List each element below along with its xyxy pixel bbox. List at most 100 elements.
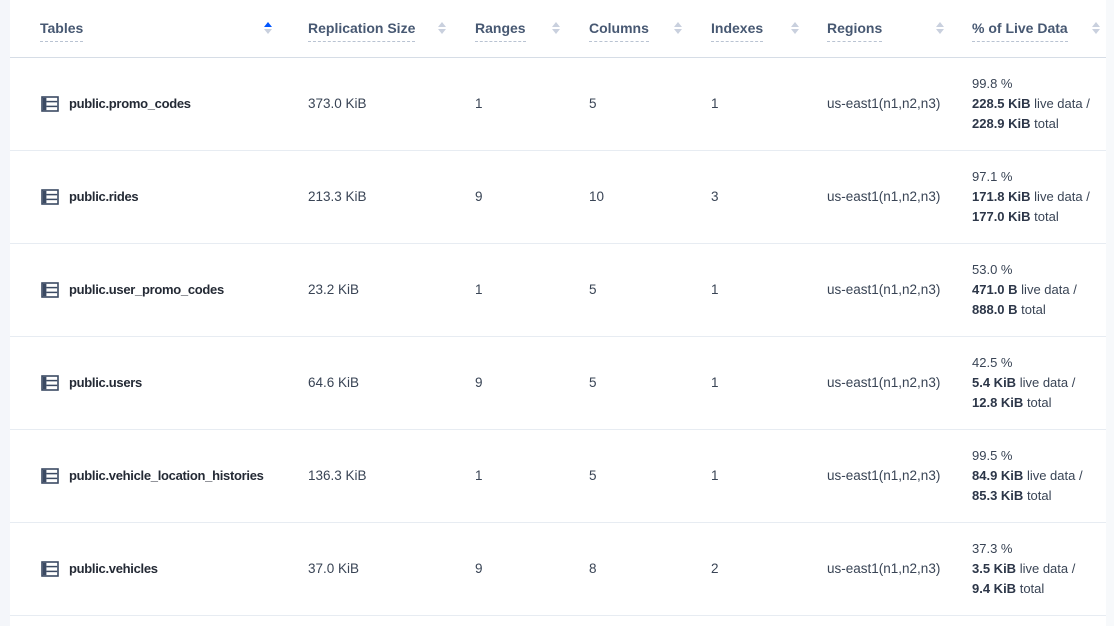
regions-cell: us-east1(n1,n2,n3) xyxy=(815,336,960,429)
column-header-label: Ranges xyxy=(475,20,526,42)
total-size: 177.0 KiB total xyxy=(972,207,1106,227)
column-header-label: Columns xyxy=(589,20,649,42)
ranges-cell: 1 xyxy=(462,243,576,336)
live-percent: 99.8 % xyxy=(972,74,1106,94)
regions-cell: us-east1(n1,n2,n3) xyxy=(815,243,960,336)
columns-cell: 5 xyxy=(576,57,698,150)
table-name-link[interactable]: public.promo_codes xyxy=(69,96,191,111)
table-name-link[interactable]: public.users xyxy=(69,375,142,390)
table-header: Tables Replication Size Ranges xyxy=(10,0,1106,57)
columns-cell: 8 xyxy=(576,522,698,615)
table-row: public.rides 213.3 KiB 9 10 3 us-east1(n… xyxy=(10,150,1106,243)
column-header-indexes[interactable]: Indexes xyxy=(698,0,815,57)
ranges-cell: 1 xyxy=(462,57,576,150)
sort-carets-icon xyxy=(674,22,682,34)
total-size: 9.4 KiB total xyxy=(972,579,1106,599)
column-header-label: Indexes xyxy=(711,20,763,42)
indexes-cell: 1 xyxy=(698,336,815,429)
live-data-cell: 42.5 % 5.4 KiB live data / 12.8 KiB tota… xyxy=(960,336,1106,429)
total-size: 85.3 KiB total xyxy=(972,486,1106,506)
replication-size-cell: 23.2 KiB xyxy=(288,243,462,336)
regions-cell: us-east1(n1,n2,n3) xyxy=(815,522,960,615)
live-data-cell: 53.0 % 471.0 B live data / 888.0 B total xyxy=(960,243,1106,336)
table-icon xyxy=(40,94,60,114)
replication-size-cell: 37.0 KiB xyxy=(288,522,462,615)
table-row: public.promo_codes 373.0 KiB 1 5 1 us-ea… xyxy=(10,57,1106,150)
sort-carets-icon xyxy=(438,22,446,34)
live-percent: 97.1 % xyxy=(972,167,1106,187)
columns-cell: 5 xyxy=(576,336,698,429)
table-name-link[interactable]: public.vehicle_location_histories xyxy=(69,468,264,483)
column-header-live-data[interactable]: % of Live Data xyxy=(960,0,1106,57)
live-size: 228.5 KiB live data / xyxy=(972,94,1106,114)
table-name-link[interactable]: public.vehicles xyxy=(69,561,158,576)
sort-carets-icon xyxy=(936,22,944,34)
replication-size-cell: 136.3 KiB xyxy=(288,429,462,522)
column-header-label: Tables xyxy=(40,20,83,42)
live-size: 171.8 KiB live data / xyxy=(972,187,1106,207)
replication-size-cell: 213.3 KiB xyxy=(288,150,462,243)
live-size: 84.9 KiB live data / xyxy=(972,466,1106,486)
columns-cell: 10 xyxy=(576,150,698,243)
replication-size-cell: 373.0 KiB xyxy=(288,57,462,150)
column-header-label: Regions xyxy=(827,20,882,42)
live-percent: 99.5 % xyxy=(972,446,1106,466)
regions-cell: us-east1(n1,n2,n3) xyxy=(815,429,960,522)
table-icon xyxy=(40,373,60,393)
tables-panel: Tables Replication Size Ranges xyxy=(10,0,1106,626)
database-tables-table: Tables Replication Size Ranges xyxy=(10,0,1106,616)
table-icon xyxy=(40,280,60,300)
sort-carets-icon xyxy=(552,22,560,34)
indexes-cell: 1 xyxy=(698,429,815,522)
replication-size-cell: 64.6 KiB xyxy=(288,336,462,429)
sort-carets-icon xyxy=(791,22,799,34)
column-header-ranges[interactable]: Ranges xyxy=(462,0,576,57)
column-header-regions[interactable]: Regions xyxy=(815,0,960,57)
live-data-cell: 97.1 % 171.8 KiB live data / 177.0 KiB t… xyxy=(960,150,1106,243)
indexes-cell: 1 xyxy=(698,57,815,150)
table-icon xyxy=(40,559,60,579)
live-data-cell: 99.5 % 84.9 KiB live data / 85.3 KiB tot… xyxy=(960,429,1106,522)
regions-cell: us-east1(n1,n2,n3) xyxy=(815,57,960,150)
column-header-columns[interactable]: Columns xyxy=(576,0,698,57)
table-icon xyxy=(40,187,60,207)
live-size: 5.4 KiB live data / xyxy=(972,373,1106,393)
total-size: 888.0 B total xyxy=(972,300,1106,320)
columns-cell: 5 xyxy=(576,429,698,522)
table-row: public.user_promo_codes 23.2 KiB 1 5 1 u… xyxy=(10,243,1106,336)
total-size: 12.8 KiB total xyxy=(972,393,1106,413)
columns-cell: 5 xyxy=(576,243,698,336)
live-percent: 37.3 % xyxy=(972,539,1106,559)
live-data-cell: 37.3 % 3.5 KiB live data / 9.4 KiB total xyxy=(960,522,1106,615)
table-name-link[interactable]: public.rides xyxy=(69,189,138,204)
table-row: public.users 64.6 KiB 9 5 1 us-east1(n1,… xyxy=(10,336,1106,429)
right-gutter xyxy=(1106,0,1114,626)
sort-carets-icon xyxy=(264,22,272,34)
tables-page: Tables Replication Size Ranges xyxy=(0,0,1114,626)
live-percent: 53.0 % xyxy=(972,260,1106,280)
ranges-cell: 9 xyxy=(462,522,576,615)
column-header-tables[interactable]: Tables xyxy=(10,0,288,57)
left-gutter xyxy=(0,0,10,626)
indexes-cell: 3 xyxy=(698,150,815,243)
ranges-cell: 9 xyxy=(462,336,576,429)
indexes-cell: 2 xyxy=(698,522,815,615)
table-body: public.promo_codes 373.0 KiB 1 5 1 us-ea… xyxy=(10,57,1106,615)
sort-carets-icon xyxy=(1092,22,1100,34)
column-header-label: % of Live Data xyxy=(972,20,1068,42)
indexes-cell: 1 xyxy=(698,243,815,336)
table-row: public.vehicle_location_histories 136.3 … xyxy=(10,429,1106,522)
total-size: 228.9 KiB total xyxy=(972,114,1106,134)
column-header-replication-size[interactable]: Replication Size xyxy=(288,0,462,57)
table-name-link[interactable]: public.user_promo_codes xyxy=(69,282,224,297)
ranges-cell: 9 xyxy=(462,150,576,243)
ranges-cell: 1 xyxy=(462,429,576,522)
regions-cell: us-east1(n1,n2,n3) xyxy=(815,150,960,243)
live-size: 471.0 B live data / xyxy=(972,280,1106,300)
table-icon xyxy=(40,466,60,486)
live-data-cell: 99.8 % 228.5 KiB live data / 228.9 KiB t… xyxy=(960,57,1106,150)
live-size: 3.5 KiB live data / xyxy=(972,559,1106,579)
live-percent: 42.5 % xyxy=(972,353,1106,373)
column-header-label: Replication Size xyxy=(308,20,415,42)
table-row: public.vehicles 37.0 KiB 9 8 2 us-east1(… xyxy=(10,522,1106,615)
